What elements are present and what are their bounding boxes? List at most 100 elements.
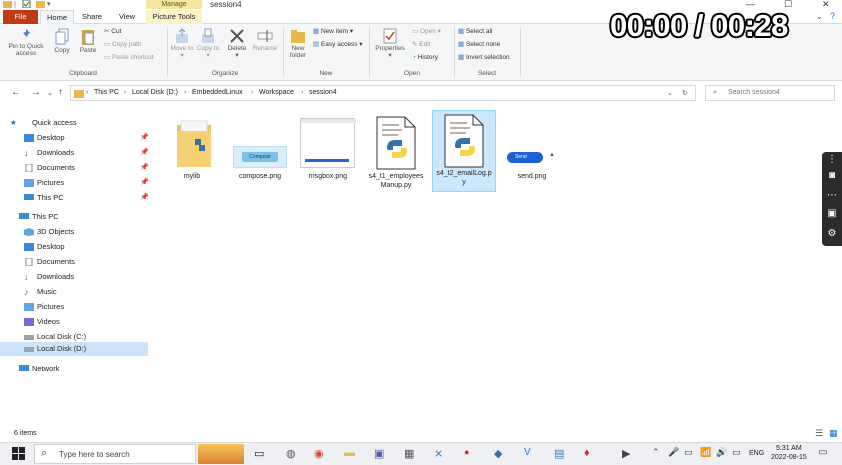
recorder-app-icon[interactable]: ● bbox=[464, 447, 478, 461]
file-item-selected[interactable]: s4_t2_emailLog.p y bbox=[432, 110, 496, 192]
tab-view[interactable]: View bbox=[110, 10, 144, 24]
properties-button[interactable]: Properties ▾ bbox=[372, 28, 408, 59]
media-app-icon[interactable]: ▶ bbox=[622, 447, 636, 461]
nav-downloads[interactable]: ↓ Downloads bbox=[0, 270, 148, 284]
new-item-button[interactable]: ▦ New item ▾ bbox=[313, 28, 353, 36]
tab-file[interactable]: File bbox=[3, 10, 38, 24]
new-folder-quick-icon[interactable] bbox=[36, 0, 45, 8]
file-item[interactable]: s4_t1_employees Manup.py bbox=[365, 114, 427, 190]
details-view-icon[interactable]: ☰ bbox=[815, 428, 823, 439]
expand-ribbon-icon[interactable]: ⌄ bbox=[816, 12, 823, 21]
up-arrow-icon[interactable]: ↑ bbox=[58, 87, 63, 98]
breadcrumb-workspace[interactable]: Workspace bbox=[259, 89, 294, 96]
tiles-app-icon[interactable]: ▦ bbox=[404, 447, 418, 461]
windows-start-icon[interactable] bbox=[12, 447, 26, 461]
nav-desktop-pinned[interactable]: Desktop 📌 bbox=[0, 131, 149, 145]
delete-button[interactable]: Delete ▾ bbox=[224, 28, 250, 59]
paste-button[interactable]: Paste bbox=[76, 28, 100, 54]
help-icon[interactable]: ? bbox=[830, 11, 835, 21]
copy-to-button[interactable]: Copy to ▾ bbox=[196, 28, 220, 59]
select-all-button[interactable]: ▦ Select all bbox=[458, 28, 492, 36]
battery-icon[interactable]: ▭ bbox=[732, 447, 746, 461]
microphone-icon[interactable]: 🎤 bbox=[668, 447, 682, 461]
address-bar[interactable]: › This PC › Local Disk (D:) › EmbeddedLi… bbox=[70, 85, 696, 101]
gear-icon[interactable]: ⚙ bbox=[826, 228, 838, 240]
nav-documents[interactable]: Documents bbox=[0, 255, 148, 269]
clock-time[interactable]: 5:31 AM bbox=[776, 445, 802, 452]
chevron-down-icon[interactable]: ▾ bbox=[47, 0, 51, 8]
nav-downloads-pinned[interactable]: ↓ Downloads 📌 bbox=[0, 146, 149, 160]
breadcrumb-session4[interactable]: session4 bbox=[309, 89, 337, 96]
nav-videos[interactable]: Videos bbox=[0, 315, 148, 329]
nav-this-pc-pinned[interactable]: This PC 📌 bbox=[0, 191, 149, 205]
camera-tray-icon[interactable]: ▭ bbox=[684, 447, 698, 461]
pin-quick-access-button[interactable]: Pin to Quick access bbox=[4, 28, 48, 57]
tab-share[interactable]: Share bbox=[76, 10, 108, 24]
nav-3d-objects[interactable]: 3D Objects bbox=[0, 225, 148, 239]
select-none-button[interactable]: ▦ Select none bbox=[458, 41, 500, 49]
tab-picture-tools[interactable]: Picture Tools bbox=[146, 10, 202, 24]
python-app-icon[interactable]: ◆ bbox=[494, 447, 508, 461]
large-icons-view-icon[interactable]: ▦ bbox=[829, 428, 838, 439]
breadcrumb-local-disk-d[interactable]: Local Disk (D:) bbox=[132, 89, 178, 96]
rename-button[interactable]: Rename bbox=[250, 28, 280, 52]
speaker-icon[interactable]: 🔊 bbox=[716, 447, 730, 461]
history-button[interactable]: ◔ History bbox=[412, 54, 438, 62]
edit-button[interactable]: ✎ Edit bbox=[412, 41, 430, 49]
copy-path-button[interactable]: ▭ Copy path bbox=[104, 41, 142, 49]
file-item[interactable]: Send ▲ send.png bbox=[501, 114, 563, 181]
acrobat-icon[interactable]: ♦ bbox=[584, 447, 598, 461]
nav-pictures-pinned[interactable]: Pictures 📌 bbox=[0, 176, 149, 190]
properties-quick-icon[interactable] bbox=[22, 0, 31, 8]
explorer-app-icon[interactable]: ▤ bbox=[554, 447, 568, 461]
nav-music[interactable]: ♪ Music bbox=[0, 285, 148, 299]
recent-locations-chevron-icon[interactable]: ⌄ bbox=[47, 89, 53, 97]
chrome-icon[interactable]: ◉ bbox=[314, 447, 328, 461]
teams-chat-icon[interactable]: ◍ bbox=[286, 447, 300, 461]
easy-access-button[interactable]: ▤ Easy access ▾ bbox=[313, 41, 363, 49]
wifi-icon[interactable]: 📶 bbox=[700, 447, 714, 461]
dots-icon[interactable]: ⋯ bbox=[826, 190, 838, 202]
file-item[interactable]: Compose compose.png bbox=[229, 114, 291, 181]
file-explorer-icon[interactable]: ▬ bbox=[344, 447, 358, 461]
nav-documents-pinned[interactable]: Documents 📌 bbox=[0, 161, 149, 175]
drag-handle-icon[interactable]: ⋮ bbox=[826, 154, 838, 166]
refresh-icon[interactable]: ↻ bbox=[682, 89, 688, 97]
forward-arrow-icon[interactable]: → bbox=[31, 87, 41, 98]
tab-home[interactable]: Home bbox=[40, 10, 74, 24]
notifications-icon[interactable]: ▭ bbox=[818, 447, 832, 461]
nav-pictures[interactable]: Pictures bbox=[0, 300, 148, 314]
search-input[interactable]: ⌕ Search session4 bbox=[705, 85, 835, 101]
task-view-icon[interactable]: ▭ bbox=[254, 447, 268, 461]
breadcrumb-embeddedlinux[interactable]: EmbeddedLinux bbox=[192, 89, 243, 96]
nav-network[interactable]: Network bbox=[0, 362, 148, 376]
nav-desktop[interactable]: Desktop bbox=[0, 240, 148, 254]
move-to-button[interactable]: Move to ▾ bbox=[170, 28, 194, 59]
teams-icon[interactable]: ▣ bbox=[374, 447, 388, 461]
cut-button[interactable]: ✂ Cut bbox=[104, 28, 121, 36]
gallery-icon[interactable]: ▣ bbox=[826, 208, 838, 220]
show-hidden-icons-chevron-icon[interactable]: ⌃ bbox=[652, 447, 666, 461]
nav-local-disk-d[interactable]: Local Disk (D:) bbox=[0, 342, 148, 356]
nav-quick-access[interactable]: ★ Quick access bbox=[0, 116, 148, 130]
vs-app-icon[interactable]: V bbox=[524, 447, 538, 461]
invert-selection-button[interactable]: ▦ Invert selection bbox=[458, 54, 510, 62]
paste-shortcut-button[interactable]: ▭ Paste shortcut bbox=[104, 54, 154, 62]
file-item[interactable]: mylib bbox=[161, 114, 223, 181]
copy-button[interactable]: Copy bbox=[50, 28, 74, 54]
taskbar-search-input[interactable]: ⌕ Type here to search bbox=[34, 444, 196, 464]
nav-this-pc[interactable]: This PC bbox=[0, 210, 148, 224]
language-indicator[interactable]: ENG bbox=[749, 450, 764, 457]
address-dropdown-chevron-icon[interactable]: ⌄ bbox=[667, 89, 673, 97]
new-folder-button[interactable]: New folder bbox=[286, 28, 310, 59]
breadcrumb-this-pc[interactable]: This PC bbox=[94, 89, 119, 96]
vscode-icon[interactable]: ⨯ bbox=[434, 447, 448, 461]
search-highlight-image[interactable] bbox=[198, 444, 244, 464]
camera-icon[interactable]: ◙ bbox=[826, 170, 838, 182]
file-item[interactable]: msgbox.png bbox=[297, 114, 359, 181]
manage-contextual-tab[interactable]: Manage bbox=[146, 0, 202, 9]
clock-date[interactable]: 2022-08-15 bbox=[771, 454, 807, 461]
back-arrow-icon[interactable]: ← bbox=[11, 87, 21, 98]
open-button[interactable]: ▭ Open ▾ bbox=[412, 28, 441, 36]
close-button[interactable]: ✕ bbox=[822, 0, 830, 9]
